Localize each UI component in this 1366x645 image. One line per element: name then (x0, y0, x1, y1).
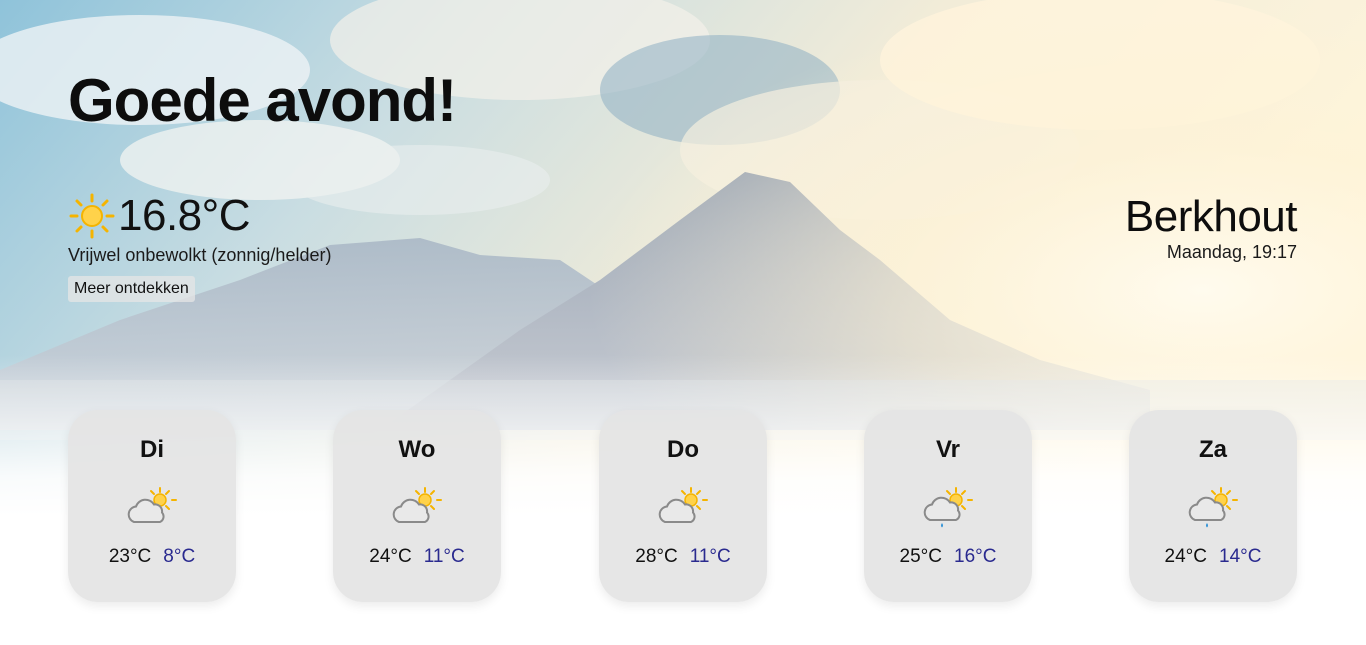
forecast-max-temp: 24°C (1164, 546, 1207, 567)
discover-more-button[interactable]: Meer ontdekken (68, 276, 195, 302)
weather-page: Goede avond! 16.8°C Vrijwel onbewolkt (z… (0, 0, 1366, 645)
partly-cloudy-rain-icon (923, 487, 973, 528)
current-temp-row: 16.8°C (68, 190, 331, 242)
forecast-temps: 25°C 16°C (864, 546, 1032, 568)
current-temperature: 16.8°C (118, 191, 251, 240)
forecast-day: Vr (935, 436, 961, 463)
forecast-temps: 23°C 8°C (68, 546, 236, 568)
current-description: Vrijwel onbewolkt (zonnig/helder) (68, 245, 332, 265)
forecast-card[interactable]: Vr 25°C 16°C (864, 410, 1032, 602)
greeting-heading: Goede avond! (68, 67, 457, 134)
partly-cloudy-icon (392, 487, 442, 523)
partly-cloudy-icon (658, 487, 708, 523)
forecast-temps: 24°C 11°C (333, 546, 501, 568)
forecast-min-temp: 14°C (1219, 546, 1262, 567)
forecast-max-temp: 28°C (635, 546, 678, 567)
current-datetime: Maandag, 19:17 (1166, 242, 1297, 262)
forecast-min-temp: 11°C (689, 546, 731, 567)
forecast-day: Za (1198, 436, 1227, 463)
forecast-max-temp: 24°C (369, 546, 412, 567)
forecast-temps: 24°C 14°C (1129, 546, 1297, 568)
forecast-card[interactable]: Wo 24°C 11°C (333, 410, 501, 602)
forecast-temps: 28°C 11°C (599, 546, 767, 568)
forecast-min-temp: 16°C (954, 546, 997, 567)
forecast-list: Di 23°C 8°C Wo 24°C 11°C Do 28°C 11°C Vr… (68, 410, 1298, 602)
forecast-min-temp: 8°C (163, 546, 196, 567)
forecast-day: Di (140, 436, 164, 463)
forecast-card[interactable]: Do 28°C 11°C (599, 410, 767, 602)
forecast-card[interactable]: Di 23°C 8°C (68, 410, 236, 602)
forecast-card[interactable]: Za 24°C 14°C (1129, 410, 1297, 602)
partly-cloudy-icon (127, 487, 177, 523)
partly-cloudy-rain-icon (1188, 487, 1238, 528)
forecast-max-temp: 23°C (108, 546, 152, 567)
location-block: Berkhout Maandag, 19:17 (1124, 192, 1298, 263)
forecast-min-temp: 11°C (423, 546, 465, 567)
forecast-max-temp: 25°C (899, 546, 942, 567)
sun-icon (69, 193, 115, 239)
forecast-day: Do (667, 436, 699, 463)
city-name: Berkhout (1124, 192, 1298, 241)
forecast-day: Wo (398, 436, 436, 463)
current-weather: 16.8°C Vrijwel onbewolkt (zonnig/helder)… (68, 190, 331, 302)
